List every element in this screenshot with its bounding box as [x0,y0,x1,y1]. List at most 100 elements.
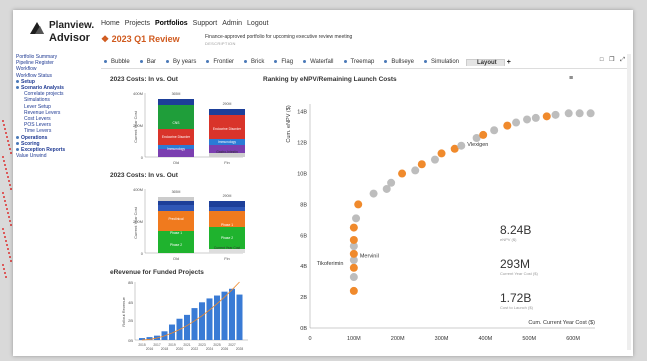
y-tick-label: 400M [133,91,143,96]
tab-simulation[interactable]: Simulation [421,59,466,65]
tab-by-years[interactable]: By years [163,59,203,65]
decor-dot [2,156,4,158]
decor-dot [10,152,12,154]
decor-dot [3,160,5,162]
app-window: Planview. Advisor Home Projects Portfolios… [13,10,633,356]
bar-segment [209,109,245,115]
y-tick-label: 8B [300,202,307,208]
page-title: ❖ 2023 Q1 Review [101,34,180,45]
scatter-point [586,109,595,118]
add-tab-button[interactable]: + [507,59,511,66]
brand-line2: Advisor [49,32,90,44]
tab-bubble[interactable]: Bubble [101,59,137,65]
chart-tabs: Bubble Bar By years Frontier Brick Flag Waterf… [101,56,631,69]
revenue-bar [236,294,243,340]
decor-dot [8,144,10,146]
decor-dot [3,124,5,126]
year-tick-label: 2016 [146,347,154,351]
year-tick-label: 2015 [138,343,146,347]
bar-segment [209,207,245,211]
top-navigation: Home Projects Portfolios Support Admin Logout [101,20,268,27]
scatter-point [349,235,358,244]
sidebar: Portfolio Summary Pipeline Register Workfl… [16,54,98,159]
revenue-bar [184,314,190,340]
x-tick-label: 0 [308,336,311,342]
decor-dot [5,276,7,278]
scrollbar[interactable] [627,54,631,350]
bar-total-label: 365M [172,190,181,194]
stat-launch: 1.72B Cost to Launch ($) [500,291,533,310]
scatter-point [411,166,420,175]
window-icon[interactable]: □ [600,57,606,63]
scatter-point [417,160,426,169]
panel3-chart: 8B 4B 2B 0B Rollout Revenue 2015 2016 2017 2018 2… [113,278,248,354]
decor-dot [4,200,6,202]
x-axis-label: Cum. Current Year Cost ($) [528,320,595,326]
decor-dot [10,188,12,190]
tab-layout[interactable]: Layout [466,58,505,66]
scatter-point [369,189,378,198]
decor-dot [6,208,8,210]
brand-line1: Planview. [49,20,95,31]
scatter-point [349,249,358,258]
year-tick-label: 2021 [183,343,191,347]
year-tick-label: 2024 [206,347,214,351]
scatter-point [354,200,363,209]
x-tick-label: Fin [224,160,230,165]
decorative-dots [0,120,12,280]
tab-bar[interactable]: Bar [137,59,163,65]
decor-dot [5,240,7,242]
tab-treemap[interactable]: Treemap [341,59,382,65]
decor-dot [10,224,12,226]
decor-dot [4,128,6,130]
scatter-point [512,118,521,127]
x-tick-label: 600M [566,336,580,342]
tab-brick[interactable]: Brick [241,59,271,65]
tab-waterfall[interactable]: Waterfall [300,59,340,65]
sidebar-item-value-unwind[interactable]: Value Unwind [16,153,98,159]
revenue-bar [191,308,198,340]
segment-label: Endocrine Disorder [213,127,242,131]
scatter-point [551,110,560,119]
tab-bullseye[interactable]: Bullseye [381,59,421,65]
decor-dot [6,136,8,138]
chart-menu-icon[interactable]: ≡ [569,75,573,82]
scatter-point [437,149,446,158]
scatter-point [575,109,584,118]
decor-dot [9,256,11,258]
y-tick-label: 400M [133,187,143,192]
y-tick-label: 0B [128,338,133,343]
y-tick-label: 10B [297,172,307,178]
scatter-point [387,178,396,187]
copy-icon[interactable]: ❐ [609,57,616,63]
y-tick-label: 6B [300,233,307,239]
stat-launch-label: Cost to Launch ($) [500,305,533,310]
tab-flag[interactable]: Flag [271,59,300,65]
segment-label: Phase 2 [170,243,182,247]
tab-tools: □ ❐ ⤢ [600,56,627,64]
decor-dot [10,260,12,262]
x-tick-label: 400M [479,336,493,342]
decor-dot [8,216,10,218]
nav-projects[interactable]: Projects [125,20,150,27]
scatter-point [349,263,358,272]
stat-cost: 293M Current Year Cost ($) [500,257,538,276]
nav-portfolios[interactable]: Portfolios [155,20,188,27]
y-tick-label: 2B [128,318,133,323]
tab-frontier[interactable]: Frontier [203,59,241,65]
segment-label: Phase 2 [221,236,233,240]
point-annotation: Vlexigen [467,142,488,148]
bar-total-label: 290M [223,194,232,198]
year-tick-label: 2018 [161,347,169,351]
y-tick-label: 0 [141,155,144,160]
point-annotation: Mervinil [360,253,379,259]
nav-admin[interactable]: Admin [222,20,242,27]
nav-home[interactable]: Home [101,20,120,27]
nav-support[interactable]: Support [193,20,218,27]
decor-dot [5,132,7,134]
decor-dot [6,244,8,246]
expand-icon[interactable]: ⤢ [620,57,627,63]
decor-dot [4,164,6,166]
nav-logout[interactable]: Logout [247,20,268,27]
x-tick-label: 100M [347,336,361,342]
